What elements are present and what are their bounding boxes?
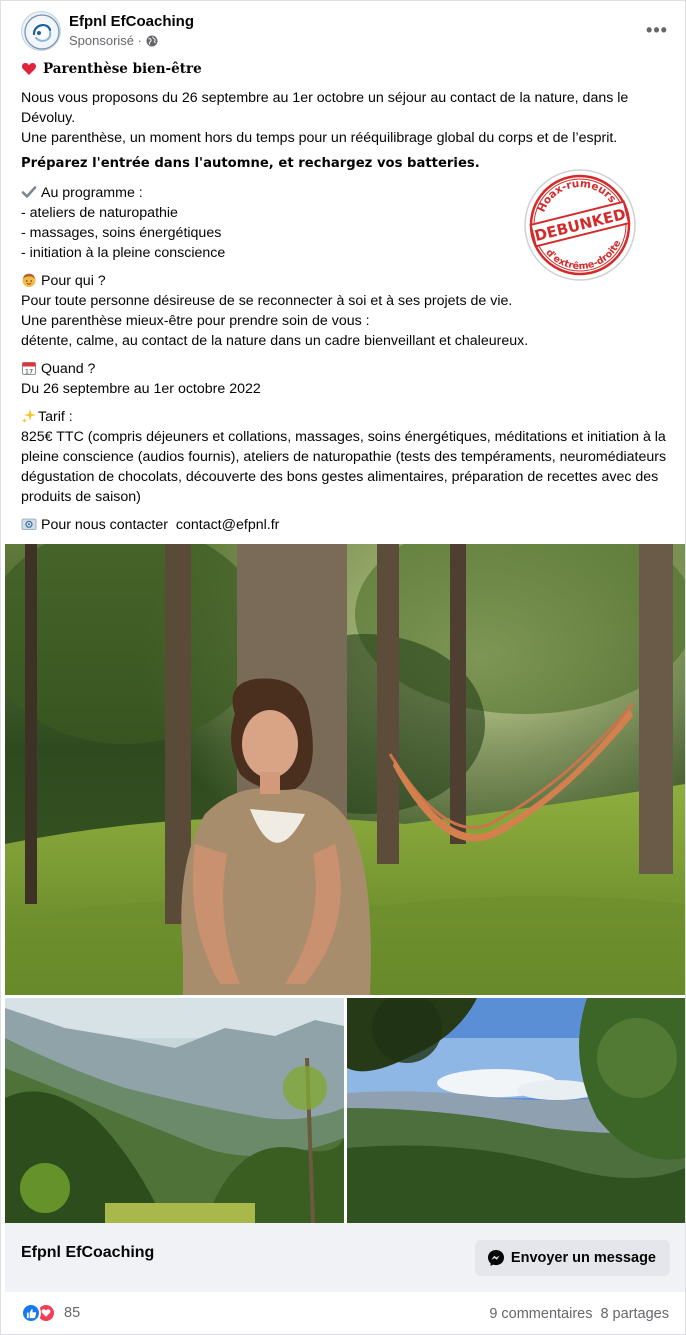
post-body: Parenthèse bien-être Nous vous proposons… [21, 59, 669, 535]
messenger-icon [487, 1250, 504, 1266]
check-mark-icon [21, 186, 37, 198]
cta-page-name[interactable]: Efpnl EfCoaching [21, 1244, 154, 1262]
who-line: Une parenthèse mieux-être pour prendre s… [21, 313, 370, 329]
svg-text:17: 17 [25, 367, 33, 375]
who-title: Pour qui ? [41, 273, 106, 289]
cta-bar: Efpnl EfCoaching Envoyer un message [5, 1223, 685, 1292]
price-title: Tarif : [38, 409, 73, 425]
intro-line-2: Une parenthèse, un moment hors du temps … [21, 130, 618, 146]
contact-email[interactable]: contact@efpnl.fr [176, 517, 280, 533]
reaction-count: 85 [64, 1305, 81, 1321]
when-title: Quand ? [41, 361, 96, 377]
email-icon [21, 518, 37, 530]
sponsored-post-card: Efpnl EfCoaching Sponsorisé · ••• Parent… [0, 0, 686, 1335]
heading-text: Parenthèse bien-être [43, 61, 202, 77]
price-section: Tarif : 825€ TTC (compris déjeuners et c… [21, 407, 669, 507]
intro-paragraph: Nous vous proposons du 26 septembre au 1… [21, 88, 669, 148]
calendar-icon: 17 [22, 362, 36, 375]
send-message-label: Envoyer un message [510, 1250, 656, 1266]
who-line: Pour toute personne désireuse de se reco… [21, 293, 513, 309]
who-line: détente, calme, au contact de la nature … [21, 333, 529, 349]
page-avatar[interactable] [21, 11, 61, 51]
person-icon [22, 273, 36, 287]
post-header: Efpnl EfCoaching Sponsorisé · ••• [21, 10, 671, 54]
photo-valley-trees[interactable] [347, 998, 685, 1223]
page-name[interactable]: Efpnl EfCoaching [69, 13, 194, 30]
comments-count[interactable]: 9 commentaires [489, 1306, 592, 1322]
when-section: 17 Quand ? Du 26 septembre au 1er octobr… [21, 359, 669, 399]
when-text: Du 26 septembre au 1er octobre 2022 [21, 381, 261, 397]
debunked-stamp: Hoax-rumeurs DEBUNKED d'extrême-droite [514, 159, 645, 290]
more-options-icon[interactable]: ••• [643, 16, 671, 44]
contact-line: Pour nous contacter contact@efpnl.fr [21, 515, 669, 535]
red-heart-icon [21, 63, 37, 75]
sponsored-text: Sponsorisé · [69, 33, 142, 48]
price-text: 825€ TTC (compris déjeuners et collation… [21, 429, 667, 505]
send-message-button[interactable]: Envoyer un message [474, 1240, 670, 1276]
photo-woman-forest[interactable] [5, 544, 685, 995]
shares-count[interactable]: 8 partages [600, 1306, 669, 1322]
engagement-stats: 9 commentaires 8 partages [489, 1306, 669, 1322]
post-footer: 85 9 commentaires 8 partages [21, 1301, 669, 1327]
sparkles-icon [22, 409, 36, 423]
photo-mountains-valley[interactable] [5, 998, 344, 1223]
globe-icon [146, 35, 158, 46]
intro-line-1: Nous vous proposons du 26 septembre au 1… [21, 90, 629, 126]
contact-label: Pour nous contacter [41, 517, 168, 533]
post-heading: Parenthèse bien-être [21, 59, 669, 79]
reactions-summary[interactable]: 85 [21, 1303, 80, 1323]
programme-title: Au programme : [41, 185, 143, 201]
sponsored-label: Sponsorisé · [69, 33, 158, 48]
like-reaction-icon [21, 1303, 41, 1323]
